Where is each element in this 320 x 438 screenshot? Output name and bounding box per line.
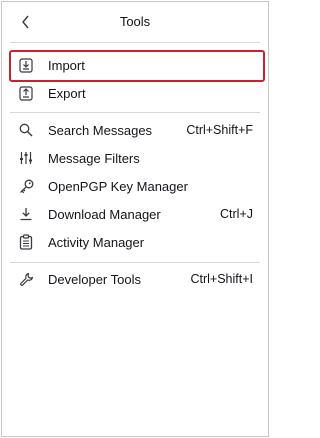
divider (10, 112, 260, 113)
menu-item-label: Developer Tools (48, 271, 141, 287)
wrench-icon (18, 271, 34, 287)
menu-item-label: Download Manager (48, 206, 161, 222)
tools-menu-panel: Tools Import Export Search Messages Ctrl… (1, 1, 269, 437)
menu-item-shortcut: Ctrl+Shift+F (186, 123, 253, 137)
menu-item-label: Message Filters (48, 150, 140, 166)
menu-item-label: Activity Manager (48, 234, 145, 250)
menu-header: Tools (2, 2, 268, 42)
download-icon (18, 206, 34, 222)
menu-item-download-manager[interactable]: Download Manager Ctrl+J (10, 200, 261, 228)
filters-icon (18, 150, 34, 166)
export-icon (18, 85, 34, 101)
menu-item-activity-manager[interactable]: Activity Manager (10, 228, 261, 256)
menu-title: Tools (119, 14, 151, 29)
menu-item-openpgp-key-manager[interactable]: OpenPGP Key Manager (10, 172, 261, 200)
menu-item-message-filters[interactable]: Message Filters (10, 144, 261, 172)
menu-item-shortcut: Ctrl+Shift+I (190, 272, 253, 286)
search-icon (18, 122, 34, 138)
divider (10, 42, 260, 43)
selection-highlight (9, 50, 265, 82)
menu-item-label: OpenPGP Key Manager (48, 178, 188, 194)
menu-item-label: Export (48, 85, 86, 101)
key-icon (18, 178, 34, 194)
activity-icon (18, 234, 34, 250)
menu-item-search-messages[interactable]: Search Messages Ctrl+Shift+F (10, 116, 261, 144)
divider (10, 262, 260, 263)
menu-item-shortcut: Ctrl+J (220, 207, 253, 221)
menu-item-export[interactable]: Export (10, 79, 261, 107)
menu-item-label: Search Messages (48, 122, 153, 138)
menu-item-developer-tools[interactable]: Developer Tools Ctrl+Shift+I (10, 265, 261, 293)
